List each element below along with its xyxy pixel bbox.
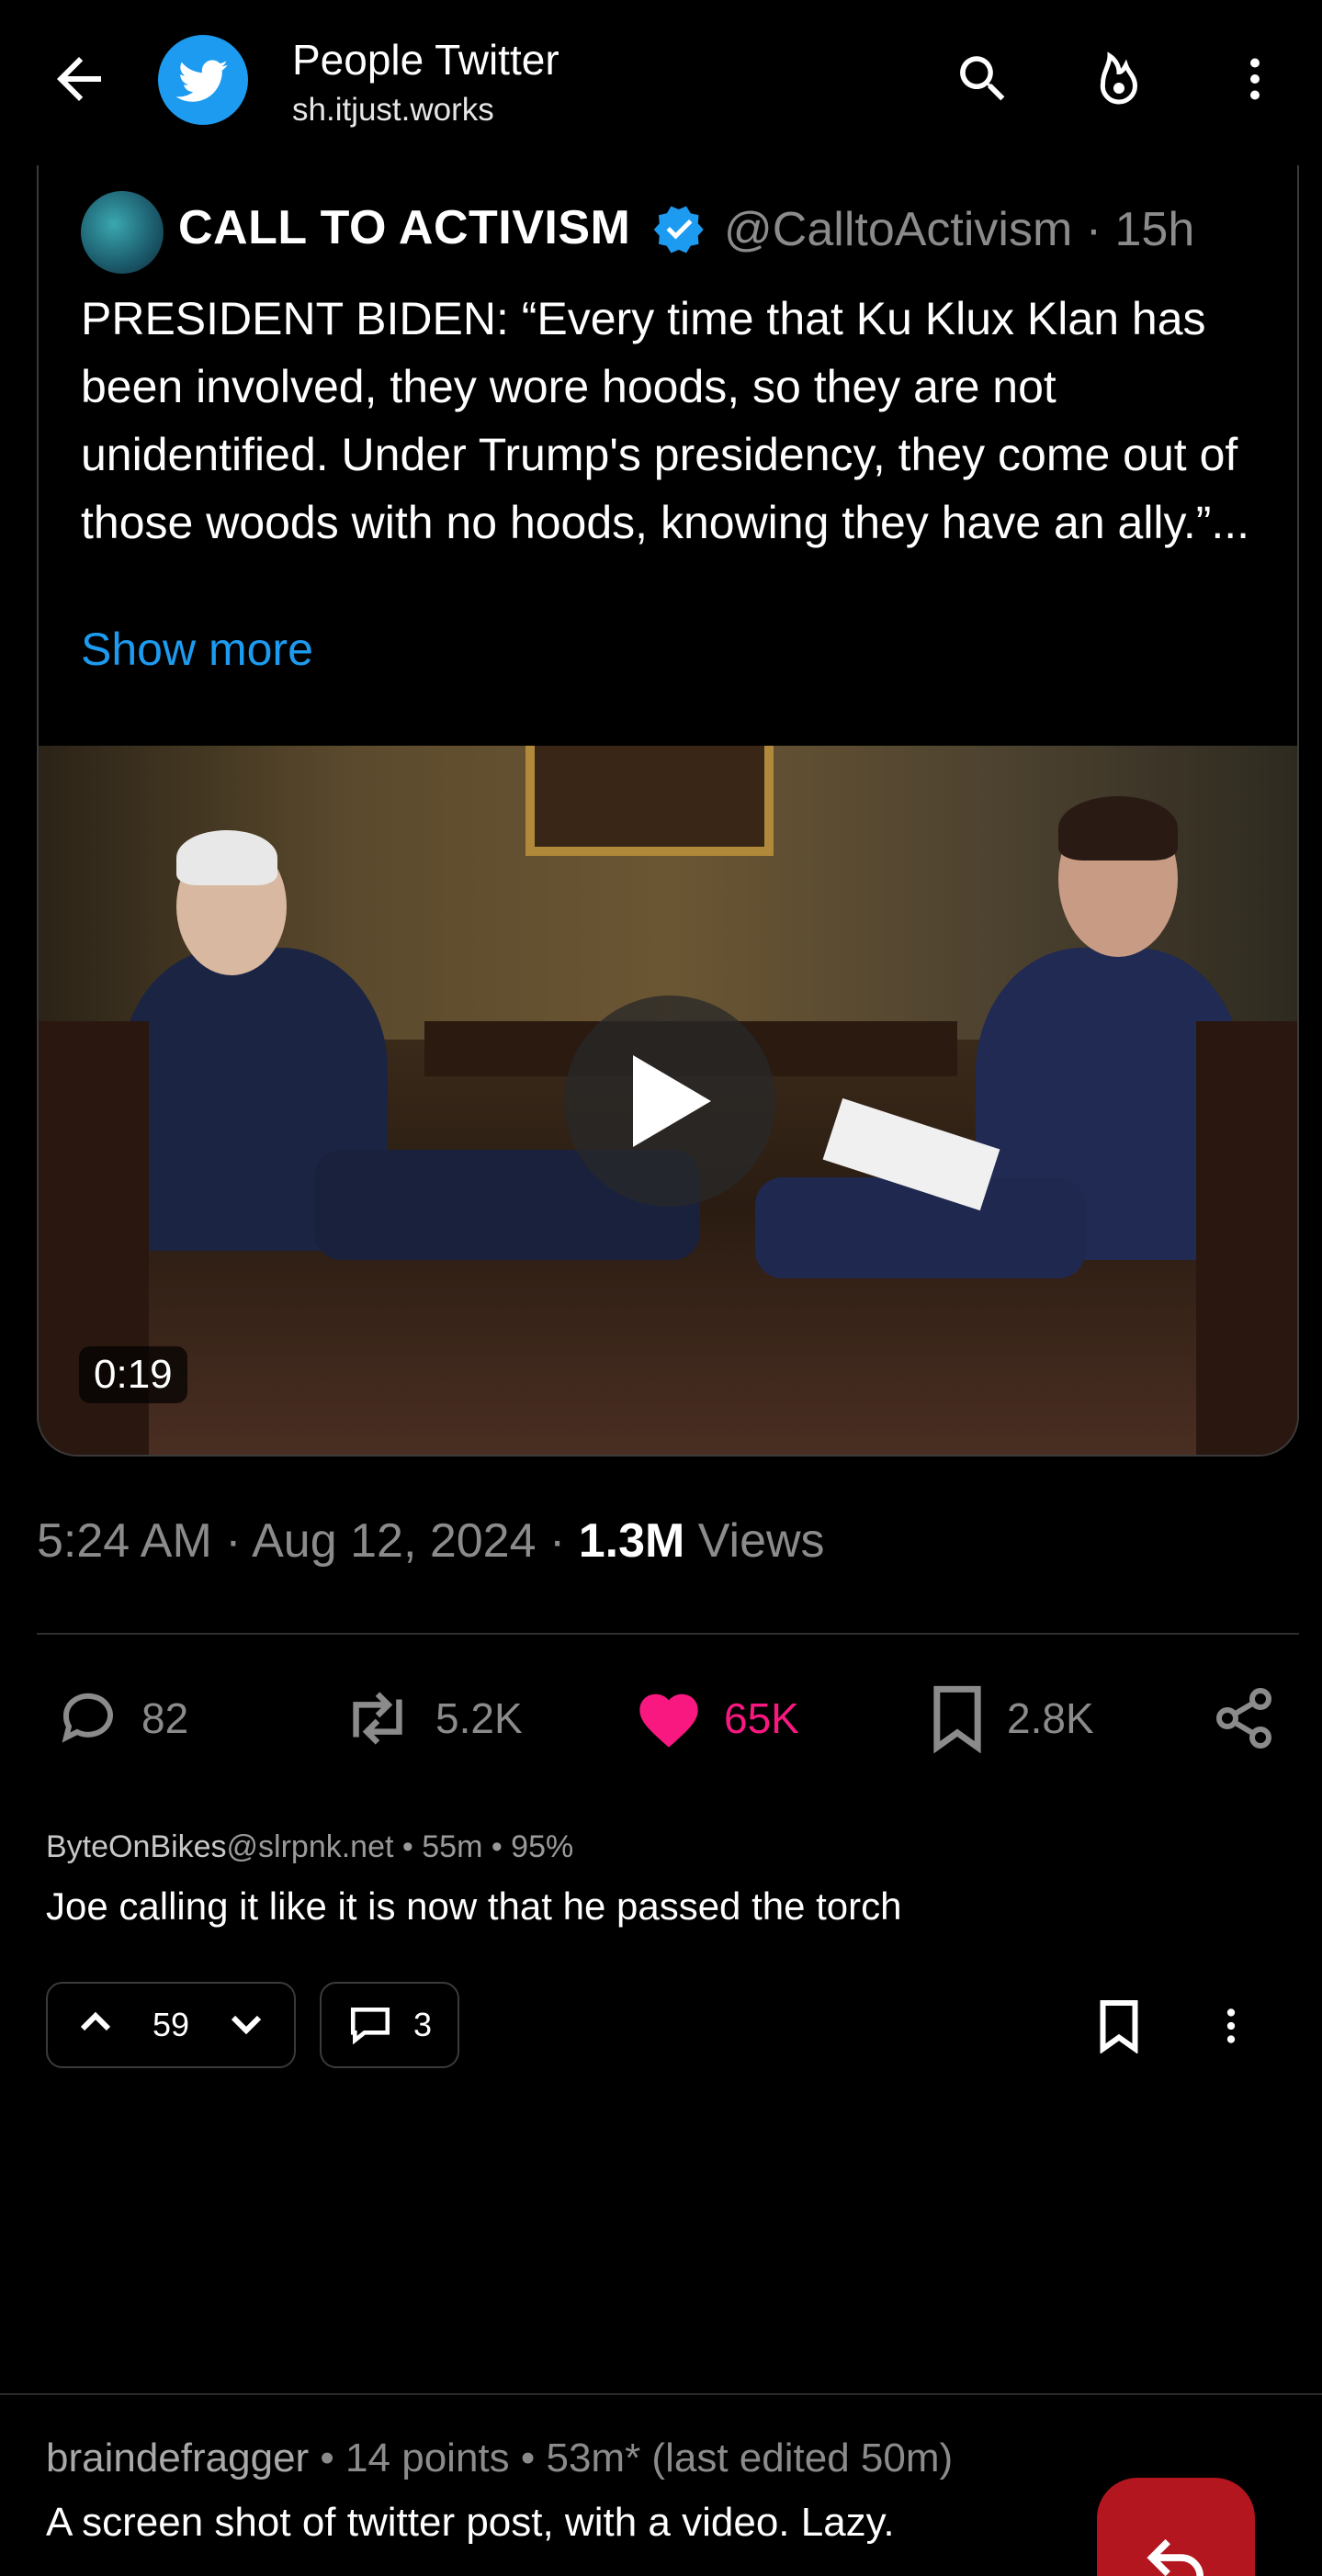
upvote-button[interactable] <box>73 2001 118 2050</box>
more-vert-icon <box>1226 2008 1236 2043</box>
reply-arrow-icon <box>1147 2538 1204 2576</box>
reply-fab[interactable] <box>1097 2478 1255 2576</box>
twitter-bird-icon <box>175 60 228 102</box>
community-avatar[interactable] <box>158 35 248 125</box>
tweet-video[interactable]: 0:19 <box>39 746 1297 1455</box>
comment-instance: @slrpnk.net <box>226 1829 394 1864</box>
tweet-bookmarks-stat: 2.8K <box>928 1685 1094 1753</box>
show-more-link[interactable]: Show more <box>81 623 313 676</box>
verified-badge-icon <box>652 202 707 257</box>
tweet-handle-time: @CalltoActivism · 15h <box>724 203 1195 256</box>
play-icon <box>633 1055 711 1147</box>
comment2-text: A screen shot of twitter post, with a vi… <box>46 2500 895 2545</box>
share-icon <box>1216 1688 1271 1749</box>
tweet-timestamp-views: 5:24 AM · Aug 12, 2024 · 1.3M Views <box>37 1514 825 1568</box>
play-button[interactable] <box>564 996 775 1207</box>
more-options-button[interactable] <box>1220 44 1290 114</box>
tweet-screenshot[interactable]: CALL TO ACTIVISM @CalltoActivism · 15h P… <box>37 165 1299 1457</box>
tweet-replies-stat: 82 <box>55 1686 188 1750</box>
tweet-author-avatar <box>81 191 164 274</box>
downvote-button[interactable] <box>224 2001 268 2050</box>
vote-score: 59 <box>152 2006 190 2043</box>
save-comment-button[interactable] <box>1084 1991 1154 2061</box>
community-host: sh.itjust.works <box>292 92 494 128</box>
comment2-meta: braindefragger • 14 points • 53m* (last … <box>46 2435 954 2480</box>
comment-separator <box>0 2393 1322 2395</box>
video-background-painting <box>525 746 774 856</box>
comment-author[interactable]: ByteOnBikes <box>46 1829 227 1864</box>
sort-hot-button[interactable] <box>1084 44 1154 114</box>
tweet-body: PRESIDENT BIDEN: “Every time that Ku Klu… <box>81 293 1250 548</box>
tweet-author-name: CALL TO ACTIVISM <box>178 201 631 254</box>
divider <box>37 1633 1299 1635</box>
top-app-bar: People Twitter sh.itjust.works <box>0 0 1322 161</box>
reply-bubble-icon <box>62 1693 113 1743</box>
community-name: People Twitter <box>292 36 559 84</box>
tweet-likes-stat: 65K <box>634 1686 799 1750</box>
video-duration: 0:19 <box>79 1346 187 1403</box>
vote-controls: 59 <box>46 1982 296 2068</box>
search-icon <box>960 56 1005 101</box>
tweet-share-stat <box>1211 1686 1277 1750</box>
heart-icon <box>639 1693 698 1748</box>
retweet-icon <box>353 1692 402 1745</box>
comment-icon <box>350 2008 390 2045</box>
back-arrow-icon <box>57 57 101 101</box>
search-button[interactable] <box>948 44 1018 114</box>
chevron-up-icon <box>80 2011 111 2030</box>
comment2-author[interactable]: braindefragger <box>46 2435 309 2480</box>
tweet-retweets-stat: 5.2K <box>340 1686 523 1750</box>
more-vert-icon <box>1250 58 1260 100</box>
comment-more-button[interactable] <box>1196 1991 1266 2061</box>
comment-meta: ByteOnBikes@slrpnk.net • 55m • 95% <box>46 1829 574 1864</box>
chevron-down-icon <box>231 2015 262 2034</box>
bookmark-icon <box>933 1685 981 1753</box>
reply-count: 3 <box>412 2006 433 2043</box>
comment-text: Joe calling it like it is now that he pa… <box>46 1884 902 1928</box>
bookmark-icon <box>1100 2000 1138 2053</box>
back-button[interactable] <box>46 46 112 112</box>
replies-button[interactable]: 3 <box>320 1982 459 2068</box>
hot-flame-icon <box>1100 51 1138 105</box>
